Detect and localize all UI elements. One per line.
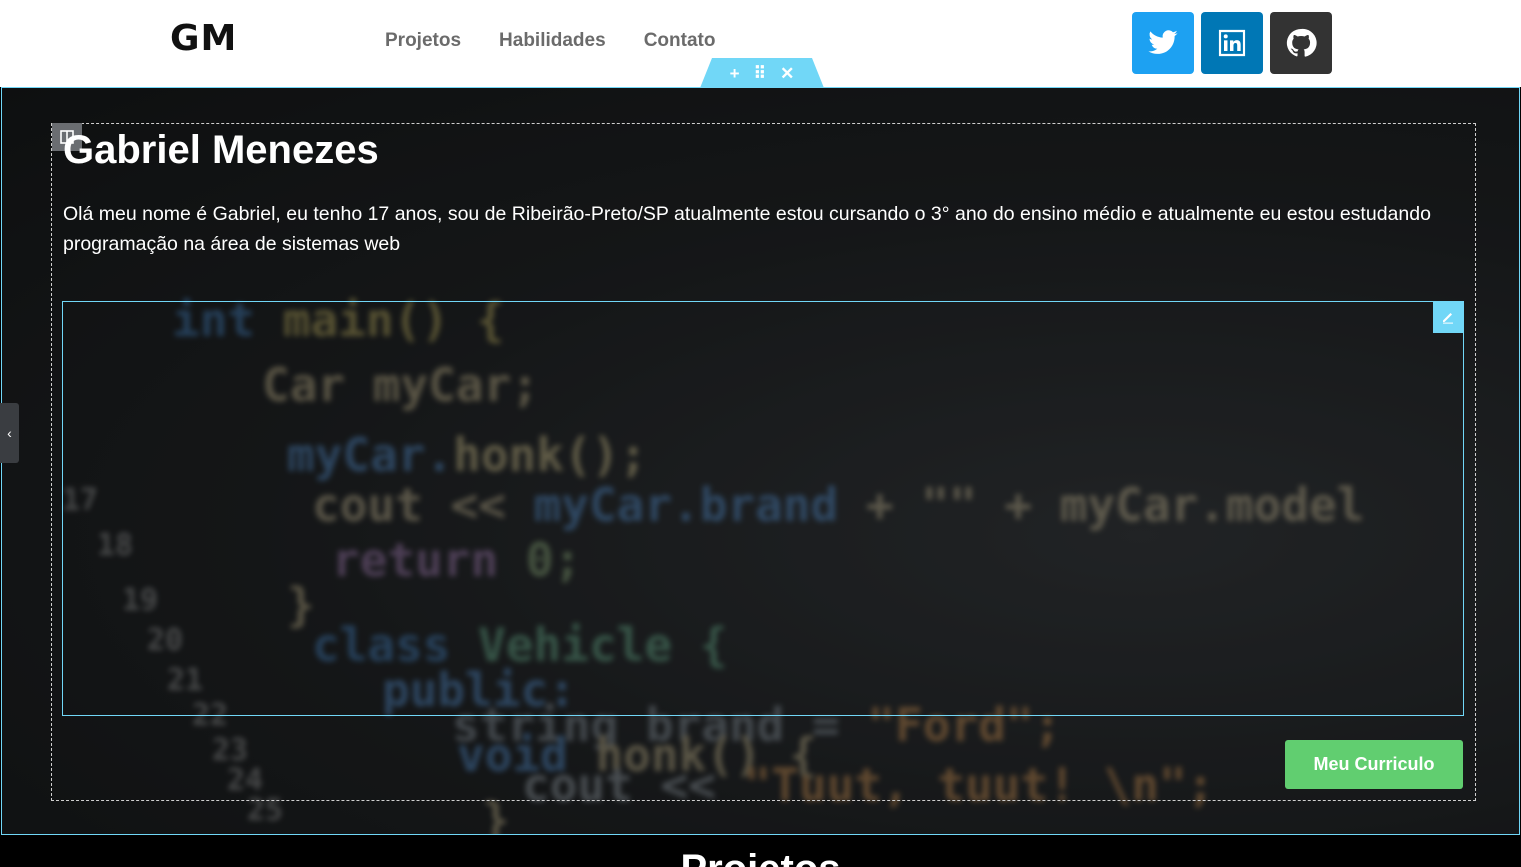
github-button[interactable] [1270, 12, 1332, 74]
projects-heading: Projetos [0, 847, 1521, 867]
linkedin-icon [1218, 29, 1246, 57]
linkedin-button[interactable] [1201, 12, 1263, 74]
nav-link-contato[interactable]: Contato [644, 30, 716, 52]
curriculum-button[interactable]: Meu Curriculo [1285, 740, 1463, 789]
nav-link-habilidades[interactable]: Habilidades [499, 30, 606, 52]
site-logo[interactable]: GM [170, 18, 237, 59]
social-links [1132, 12, 1332, 74]
pencil-icon [1443, 313, 1453, 324]
delete-section-button[interactable]: ✕ [780, 65, 794, 82]
hero-name-heading: Gabriel Menezes [63, 128, 379, 172]
add-section-button[interactable]: + [730, 65, 740, 82]
editor-panel-toggle[interactable]: ‹ [0, 403, 19, 463]
hero-section: int main() { Car myCar; myCar.honk(); co… [1, 87, 1520, 835]
github-icon [1286, 28, 1317, 57]
twitter-icon [1148, 30, 1178, 54]
hero-bio-text: Olá meu nome é Gabriel, eu tenho 17 anos… [63, 203, 1431, 255]
main-nav: Projetos Habilidades Contato [385, 30, 715, 52]
edit-widget-button[interactable] [1433, 301, 1463, 333]
twitter-button[interactable] [1132, 12, 1194, 74]
empty-widget-outline[interactable] [62, 301, 1464, 716]
projects-section: Projetos [0, 835, 1521, 867]
nav-link-projetos[interactable]: Projetos [385, 30, 461, 52]
drag-section-handle[interactable]: ⠿ [754, 65, 766, 82]
section-handle: + ⠿ ✕ [700, 58, 824, 88]
